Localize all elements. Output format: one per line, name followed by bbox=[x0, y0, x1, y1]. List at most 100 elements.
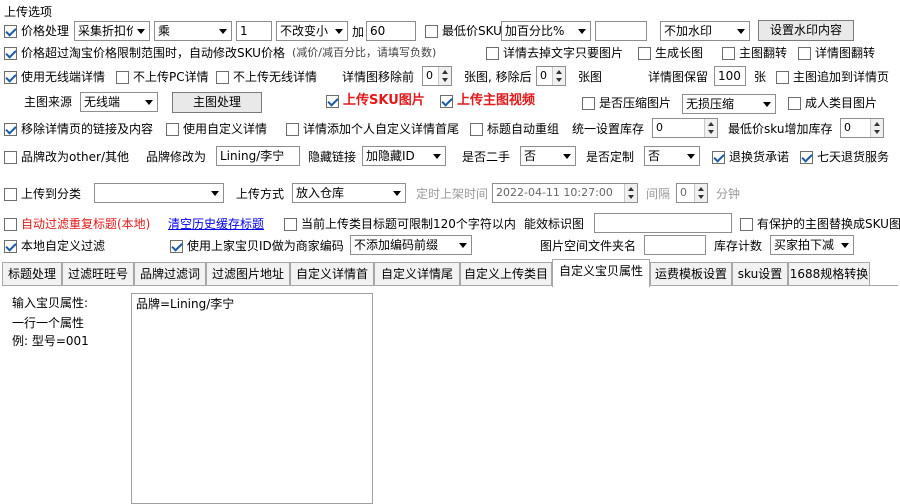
detail-keep-label: 详情图保留 bbox=[648, 70, 709, 84]
upload-sku-img-checkbox[interactable]: 上传SKU图片 bbox=[326, 93, 425, 109]
img-unit-label: 张图 bbox=[578, 70, 603, 84]
add-percent-input[interactable] bbox=[595, 21, 647, 41]
no-wireless-checkbox[interactable]: 不上传无线详情 bbox=[216, 69, 317, 85]
rounding-select[interactable]: 不改变小 bbox=[276, 21, 348, 41]
timed-datetime-picker[interactable]: 2022-04-11 10:27:00 bbox=[492, 183, 638, 203]
min-sku-add-spinner[interactable]: 0 bbox=[840, 118, 884, 138]
wireless-detail-checkbox[interactable]: 使用无线端详情 bbox=[4, 69, 105, 85]
chevron-down-icon bbox=[683, 147, 699, 165]
stock-count-select[interactable]: 买家拍下减 bbox=[770, 235, 854, 255]
tab-custom-category[interactable]: 自定义上传类目 bbox=[460, 262, 552, 286]
remove-after-label: 张图, 移除后 bbox=[464, 70, 532, 84]
add-percent-select[interactable]: 加百分比% bbox=[501, 21, 591, 41]
stock-spinner[interactable]: 0 bbox=[652, 118, 718, 138]
spinner-arrows-icon[interactable] bbox=[870, 119, 883, 137]
chevron-down-icon bbox=[837, 236, 853, 254]
chevron-down-icon bbox=[429, 147, 445, 165]
attribute-textarea[interactable]: 品牌=Lining/李宁 bbox=[131, 293, 373, 504]
second-hand-select[interactable]: 否 bbox=[520, 146, 576, 166]
custom-made-select[interactable]: 否 bbox=[644, 146, 700, 166]
seven-day-checkbox[interactable]: 七天退货服务 bbox=[800, 149, 889, 165]
detail-remove-before-label: 详情图移除前 bbox=[342, 70, 415, 84]
category-select[interactable] bbox=[94, 183, 224, 203]
remove-after-spinner[interactable]: 0 bbox=[536, 66, 566, 86]
main-append-checkbox[interactable]: 主图追加到详情页 bbox=[776, 69, 889, 85]
tab-sku-settings[interactable]: sku设置 bbox=[732, 262, 788, 286]
interval-spinner[interactable]: 0 bbox=[676, 183, 708, 203]
upload-method-select[interactable]: 放入仓库 bbox=[292, 183, 406, 203]
price-op-select[interactable]: 乘 bbox=[154, 21, 232, 41]
gen-long-checkbox[interactable]: 生成长图 bbox=[638, 45, 703, 61]
tab-custom-detail-head[interactable]: 自定义详情首 bbox=[290, 262, 374, 286]
panel-hint-3: 例: 型号=001 bbox=[12, 334, 89, 348]
tab-filter-wangwang[interactable]: 过滤旺旺号 bbox=[62, 262, 134, 286]
no-pc-checkbox[interactable]: 不上传PC详情 bbox=[116, 69, 209, 85]
return-promise-checkbox[interactable]: 退换货承诺 bbox=[712, 149, 789, 165]
main-process-button[interactable]: 主图处理 bbox=[172, 92, 262, 113]
brand-other-checkbox[interactable]: 品牌改为other/其他 bbox=[4, 149, 129, 165]
tab-1688-spec[interactable]: 1688规格转换 bbox=[788, 262, 870, 286]
main-source-select[interactable]: 无线端 bbox=[80, 92, 158, 112]
check-icon bbox=[4, 239, 17, 253]
set-watermark-button[interactable]: 设置水印内容 bbox=[758, 20, 854, 41]
ident-img-input[interactable] bbox=[594, 213, 732, 233]
add-personal-checkbox[interactable]: 详情添加个人自定义详情首尾 bbox=[286, 121, 459, 137]
chevron-down-icon bbox=[759, 95, 775, 113]
watermark-select[interactable]: 不加水印 bbox=[660, 21, 750, 41]
keep-value-input[interactable]: 100 bbox=[714, 66, 746, 86]
price-process-checkbox[interactable]: 价格处理 bbox=[4, 23, 69, 39]
local-filter-checkbox[interactable]: 本地自定义过滤 bbox=[4, 238, 105, 254]
panel-hint-1: 输入宝贝属性: bbox=[12, 296, 89, 310]
brand-value-input[interactable]: Lining/李宁 bbox=[216, 146, 300, 166]
spinner-arrows-icon[interactable] bbox=[552, 67, 565, 85]
chevron-down-icon bbox=[455, 236, 471, 254]
spinner-arrows-icon[interactable] bbox=[704, 119, 717, 137]
minute-label: 分钟 bbox=[716, 187, 741, 201]
price-mode-select[interactable]: 采集折扣价 bbox=[74, 21, 150, 41]
compress-checkbox[interactable]: 是否压缩图片 bbox=[582, 95, 671, 111]
over-limit-hint: (减价/减百分比，请填写负数) bbox=[292, 46, 437, 59]
clear-history-link[interactable]: 清空历史缓存标题 bbox=[168, 216, 264, 232]
over-limit-checkbox[interactable]: 价格超过淘宝价格限制范围时，自动修改SKU价格 bbox=[4, 45, 285, 61]
spinner-arrows-icon[interactable] bbox=[694, 184, 707, 202]
chevron-down-icon bbox=[207, 184, 223, 202]
tab-filter-img-url[interactable]: 过滤图片地址 bbox=[206, 262, 290, 286]
plus-value-input[interactable]: 60 bbox=[366, 21, 416, 41]
detail-flip-checkbox[interactable]: 详情图翻转 bbox=[798, 45, 875, 61]
price-factor-input[interactable]: 1 bbox=[236, 21, 272, 41]
folder-input[interactable] bbox=[644, 235, 706, 255]
check-icon bbox=[326, 94, 339, 108]
spinner-arrows-icon[interactable] bbox=[624, 184, 637, 202]
custom-detail-checkbox[interactable]: 使用自定义详情 bbox=[166, 121, 267, 137]
min-sku-add-label: 最低价sku增加库存 bbox=[728, 122, 833, 136]
spinner-arrows-icon[interactable] bbox=[438, 67, 451, 85]
main-flip-checkbox[interactable]: 主图翻转 bbox=[722, 45, 787, 61]
protected-main-checkbox[interactable]: 有保护的主图替换成SKU图 bbox=[740, 216, 900, 232]
check-icon bbox=[4, 122, 17, 136]
tab-shipping-template[interactable]: 运费模板设置 bbox=[650, 262, 732, 286]
remove-before-spinner[interactable]: 0 bbox=[422, 66, 452, 86]
title-reorg-checkbox[interactable]: 标题自动重组 bbox=[470, 121, 559, 137]
adult-checkbox[interactable]: 成人类目图片 bbox=[788, 95, 877, 111]
upload-main-video-checkbox[interactable]: 上传主图视频 bbox=[440, 93, 535, 109]
compress-mode-select[interactable]: 无损压缩 bbox=[682, 94, 776, 114]
hidden-link-select[interactable]: 加隐藏ID bbox=[362, 146, 446, 166]
tab-title-process[interactable]: 标题处理 bbox=[2, 262, 62, 286]
plus-label: 加 bbox=[352, 25, 365, 39]
min-sku-checkbox[interactable]: 最低价SKU bbox=[425, 23, 502, 39]
use-prev-id-checkbox[interactable]: 使用上家宝贝ID做为商家编码 bbox=[170, 238, 344, 254]
stock-label: 统一设置库存 bbox=[572, 122, 645, 136]
code-prefix-select[interactable]: 不添加编码前缀 bbox=[350, 235, 472, 255]
chevron-down-icon bbox=[133, 22, 149, 40]
remove-links-checkbox[interactable]: 移除详情页的链接及内容 bbox=[4, 121, 153, 137]
hidden-link-label: 隐藏链接 bbox=[308, 150, 357, 164]
tab-custom-detail-tail[interactable]: 自定义详情尾 bbox=[374, 262, 460, 286]
tab-brand-filter[interactable]: 品牌过滤词 bbox=[134, 262, 206, 286]
detail-remove-text-checkbox[interactable]: 详情去掉文字只要图片 bbox=[486, 45, 623, 61]
tab-custom-attributes[interactable]: 自定义宝贝属性 bbox=[552, 259, 650, 287]
auto-filter-checkbox[interactable]: 自动过滤重复标题(本地) bbox=[4, 216, 150, 232]
upload-category-checkbox[interactable]: 上传到分类 bbox=[4, 186, 81, 202]
title-limit-checkbox[interactable]: 当前上传类目标题可限制120个字符以内 bbox=[284, 216, 516, 232]
main-source-label: 主图来源 bbox=[24, 95, 73, 109]
check-icon bbox=[712, 150, 725, 164]
